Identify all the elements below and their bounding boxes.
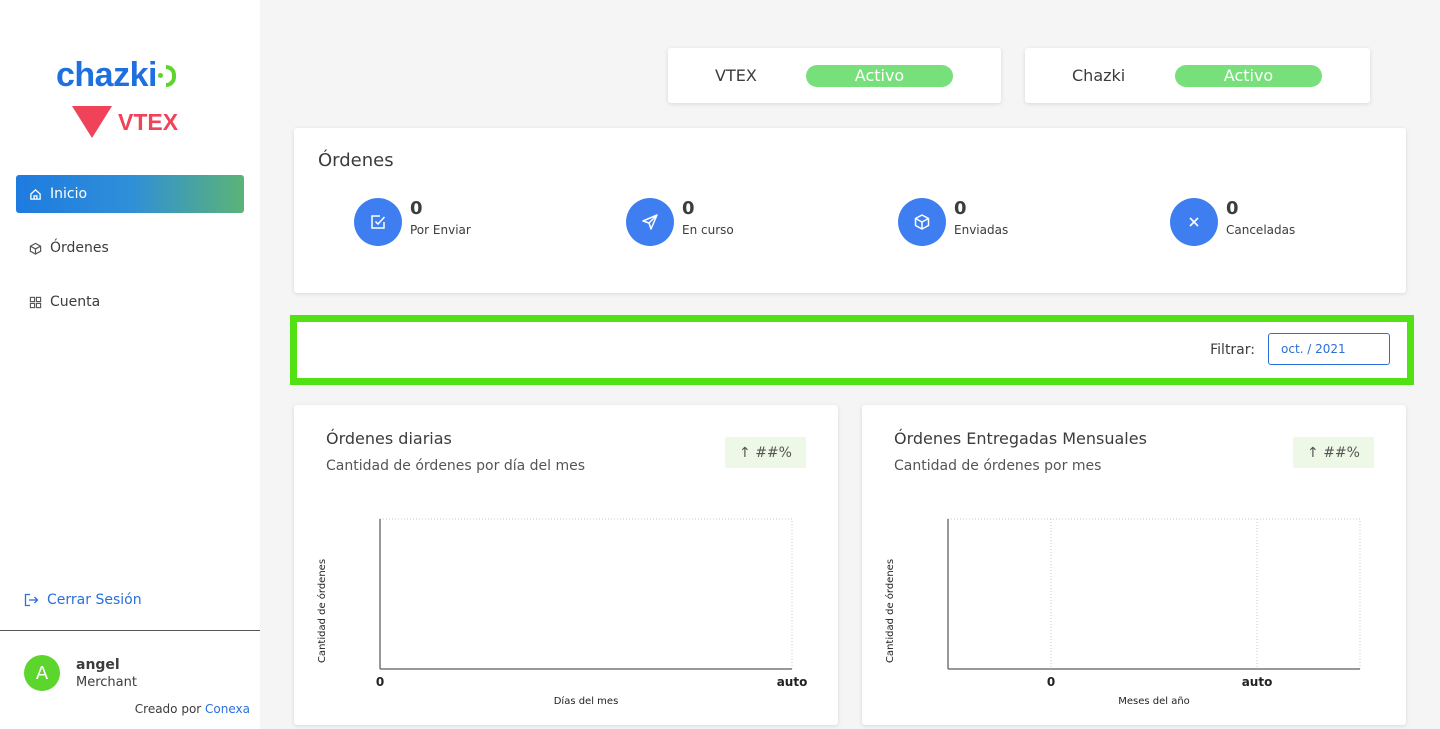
x-icon (1170, 198, 1218, 246)
sidebar-item-cuenta[interactable]: Cuenta (16, 283, 244, 321)
avatar: A (24, 655, 60, 691)
credit-prefix: Creado por (134, 702, 202, 716)
x-tick-label: 0 (1047, 675, 1055, 689)
stat-label: Canceladas (1226, 223, 1296, 237)
sidebar: chazki VTEX Inicio Órdenes Cuenta Cerrar… (0, 0, 260, 729)
credit-text: Creado por Conexa (135, 702, 250, 716)
x-axis-label: Meses del año (1118, 696, 1190, 707)
status-name: Chazki (1072, 66, 1126, 85)
stat-enviadas: 0 Enviadas (898, 198, 1008, 246)
grid-icon (28, 295, 42, 309)
chazki-logo: chazki (56, 56, 176, 95)
stat-en-curso: 0 En curso (626, 198, 734, 246)
chazki-status-card: Chazki Activo (1025, 48, 1370, 103)
user-role: Merchant (76, 674, 137, 690)
home-icon (28, 187, 42, 201)
status-badge: Activo (1175, 64, 1322, 87)
stat-label: Por Enviar (410, 223, 471, 237)
daily-orders-card: Órdenes diarias Cantidad de órdenes por … (294, 405, 838, 725)
stat-label: En curso (682, 223, 734, 237)
orders-title: Órdenes (318, 150, 394, 171)
status-name: VTEX (715, 66, 757, 85)
monthly-delivered-chart: 0 auto Meses del año Cantidad de órdenes (884, 518, 1361, 707)
vtex-status-card: VTEX Activo (668, 48, 1001, 103)
checkbox-icon (354, 198, 402, 246)
x-tick-label: 0 (376, 675, 384, 689)
conexa-link[interactable]: Conexa (205, 702, 250, 716)
y-axis-label: Cantidad de órdenes (884, 559, 896, 663)
vtex-mark-icon (72, 106, 112, 138)
logout-label: Cerrar Sesión (47, 592, 142, 608)
cube-icon (898, 198, 946, 246)
logo-wave-icon (165, 64, 176, 87)
orders-summary-card: Órdenes 0 Por Enviar 0 En curso 0 Enviad… (294, 128, 1406, 293)
box-icon (28, 241, 42, 255)
user-name: angel (76, 656, 120, 673)
monthly-delivered-card: Órdenes Entregadas Mensuales Cantidad de… (862, 405, 1406, 725)
daily-orders-chart: 0 auto Días del mes Cantidad de órdenes (316, 518, 808, 707)
stat-canceladas: 0 Canceladas (1170, 198, 1295, 246)
y-axis-label: Cantidad de órdenes (316, 559, 328, 663)
sidebar-item-inicio[interactable]: Inicio (16, 175, 244, 213)
x-axis-label: Días del mes (554, 695, 619, 707)
sidebar-item-label: Órdenes (50, 240, 109, 256)
sidebar-item-ordenes[interactable]: Órdenes (16, 229, 244, 267)
logout-button[interactable]: Cerrar Sesión (24, 592, 142, 608)
stat-value: 0 (682, 198, 695, 219)
filter-label: Filtrar: (1210, 342, 1255, 358)
plot-area-border (947, 518, 1361, 670)
sidebar-nav: Inicio Órdenes Cuenta (16, 175, 244, 337)
logo-dot-icon (157, 73, 163, 78)
vtex-logo: VTEX (72, 106, 178, 138)
month-filter-input[interactable]: oct. / 2021 (1268, 333, 1390, 365)
filter-bar: Filtrar: oct. / 2021 (290, 315, 1414, 385)
stat-value: 0 (410, 198, 423, 219)
stat-value: 0 (954, 198, 967, 219)
stat-value: 0 (1226, 198, 1239, 219)
user-profile: A angel Merchant (24, 655, 137, 691)
plot-area-border (379, 518, 793, 670)
status-badge: Activo (806, 64, 953, 87)
logout-icon (24, 593, 39, 607)
vtex-logo-text: VTEX (118, 108, 179, 135)
sidebar-divider (0, 630, 260, 631)
stat-label: Enviadas (954, 223, 1009, 237)
chazki-logo-text: chazki (56, 56, 157, 94)
sidebar-item-label: Inicio (50, 186, 88, 202)
sidebar-item-label: Cuenta (50, 294, 101, 310)
send-icon (626, 198, 674, 246)
stat-por-enviar: 0 Por Enviar (354, 198, 471, 246)
x-tick-label: auto (1242, 675, 1273, 689)
x-tick-label: auto (777, 675, 808, 689)
